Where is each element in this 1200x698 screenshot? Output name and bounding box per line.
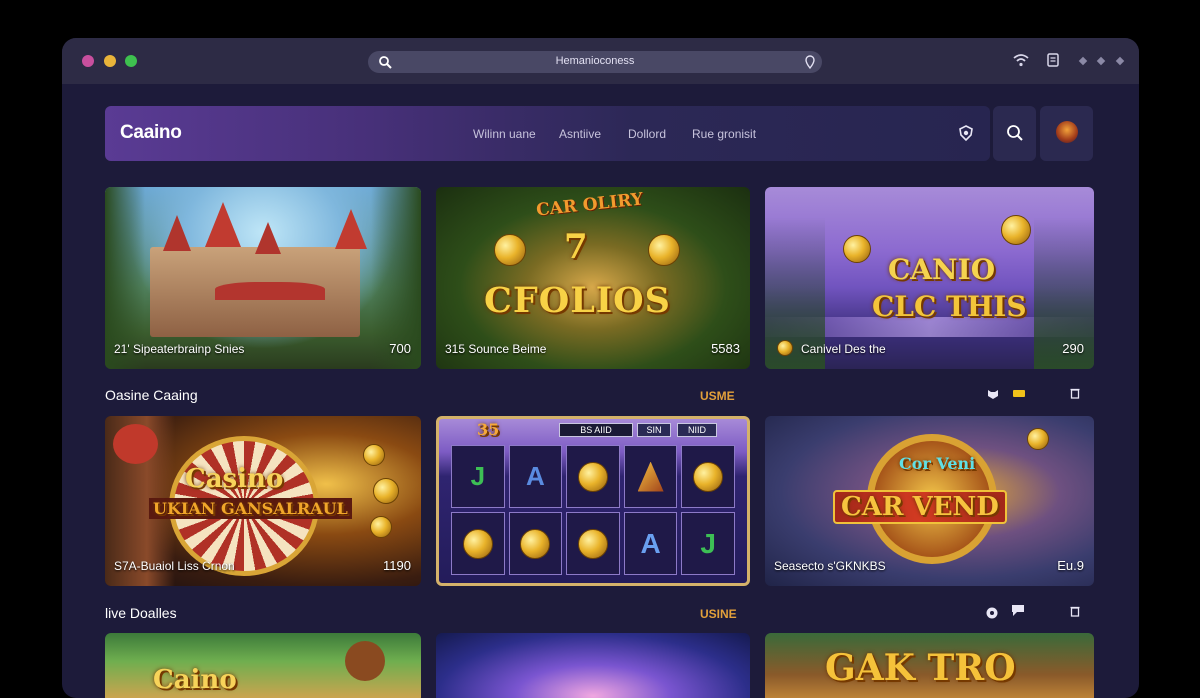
trash-icon[interactable] xyxy=(1069,387,1081,399)
reel-header-box: NIID xyxy=(677,423,717,437)
chat-icon[interactable] xyxy=(1011,604,1025,617)
game-value: 290 xyxy=(1062,341,1084,356)
reel-header-box: BS AIID xyxy=(559,423,633,437)
minimize-window-button[interactable] xyxy=(104,55,116,67)
trash-icon[interactable] xyxy=(1069,605,1081,617)
game-title: S7A-Buaiol Liss Crnon xyxy=(114,559,235,573)
profile-button[interactable] xyxy=(1040,106,1093,161)
avatar xyxy=(1056,121,1078,143)
location-pin-icon[interactable] xyxy=(804,55,816,69)
art-title: CAR VEND xyxy=(833,490,1007,524)
reel-symbol: J xyxy=(681,512,735,575)
section-title: Oasine Caaing xyxy=(105,387,198,403)
game-card[interactable]: Cor Veni CAR VEND Seasecto s'GKNKBS Eu.9 xyxy=(765,416,1094,586)
site-navbar: Caaino Wilinn uane Asntiive Dollord Rue … xyxy=(105,106,990,161)
cat-icon[interactable] xyxy=(987,388,999,400)
wifi-icon[interactable] xyxy=(1012,52,1030,68)
art-title: UKIAN GANSALRAUL xyxy=(149,498,352,519)
art-title: Caino xyxy=(153,665,237,695)
search-icon xyxy=(1007,125,1023,141)
art-title: CANIO xyxy=(888,253,996,286)
browser-window: Hemanioconess Caaino Wilinn uane Asntiiv… xyxy=(62,38,1139,698)
nav-link[interactable]: Asntiive xyxy=(559,127,601,141)
game-title: 21' Sipeaterbrainp Snies xyxy=(114,342,245,356)
title-bar: Hemanioconess xyxy=(62,38,1139,84)
section-see-more-link[interactable]: USME xyxy=(700,389,735,403)
nav-link[interactable]: Rue gronisit xyxy=(692,127,756,141)
game-card[interactable]: 21' Sipeaterbrainp Snies 700 xyxy=(105,187,421,369)
reel-symbol: A xyxy=(508,445,563,508)
game-value: 5583 xyxy=(711,341,740,356)
reel-header-box: SIN xyxy=(637,423,671,437)
camera-icon[interactable] xyxy=(985,606,999,619)
search-button[interactable] xyxy=(993,106,1036,161)
ticket-icon[interactable] xyxy=(1013,390,1025,397)
game-title: Seasecto s'GKNKBS xyxy=(774,559,886,573)
reel-symbol: J xyxy=(451,445,505,508)
game-card[interactable]: Casino UKIAN GANSALRAUL S7A-Buaiol Liss … xyxy=(105,416,421,586)
game-value: Eu.9 xyxy=(1057,558,1084,573)
game-card[interactable]: CANIO CLC THIS Canivel Des the 290 xyxy=(765,187,1094,369)
section-title: live Doalles xyxy=(105,605,177,621)
game-value: 1190 xyxy=(383,558,411,573)
section-see-more-link[interactable]: USINE xyxy=(700,607,737,621)
maximize-window-button[interactable] xyxy=(125,55,137,67)
close-window-button[interactable] xyxy=(82,55,94,67)
art-title: GAK TRO xyxy=(825,647,1016,689)
game-card[interactable] xyxy=(436,633,750,698)
address-bar[interactable]: Hemanioconess xyxy=(368,51,822,73)
art-title: Casino xyxy=(185,464,284,494)
game-card[interactable]: GAK TRO xyxy=(765,633,1094,698)
reel-corner-label: 35 xyxy=(477,420,500,439)
art-title: Cor Veni xyxy=(899,454,976,473)
shield-icon[interactable] xyxy=(957,124,975,142)
art-title: CLC THIS xyxy=(872,290,1027,323)
art-title: CFOLIOS xyxy=(484,280,671,321)
game-value: 700 xyxy=(389,341,411,356)
game-card[interactable]: CAR OLIRY 7 CFOLIOS 315 Sounce Beime 558… xyxy=(436,187,750,369)
reel-grid: J A A J xyxy=(451,445,735,575)
slot-machine-card[interactable]: 35 BS AIID SIN NIID J A A J xyxy=(436,416,750,586)
menu-dot-icon[interactable] xyxy=(1115,56,1125,66)
menu-dot-icon[interactable] xyxy=(1096,56,1106,66)
address-text: Hemanioconess xyxy=(555,55,635,67)
game-card[interactable]: Caino xyxy=(105,633,421,698)
art-title: 7 xyxy=(564,227,588,267)
art-title: CAR OLIRY xyxy=(535,189,644,221)
menu-dot-icon[interactable] xyxy=(1078,56,1088,66)
nav-link[interactable]: Wilinn uane xyxy=(473,127,536,141)
reel-symbol: A xyxy=(623,512,678,575)
nav-link[interactable]: Dollord xyxy=(628,127,666,141)
game-title: 315 Sounce Beime xyxy=(445,342,547,356)
site-logo[interactable]: Caaino xyxy=(120,122,182,144)
document-icon[interactable] xyxy=(1046,52,1060,68)
game-title: Canivel Des the xyxy=(801,342,886,356)
